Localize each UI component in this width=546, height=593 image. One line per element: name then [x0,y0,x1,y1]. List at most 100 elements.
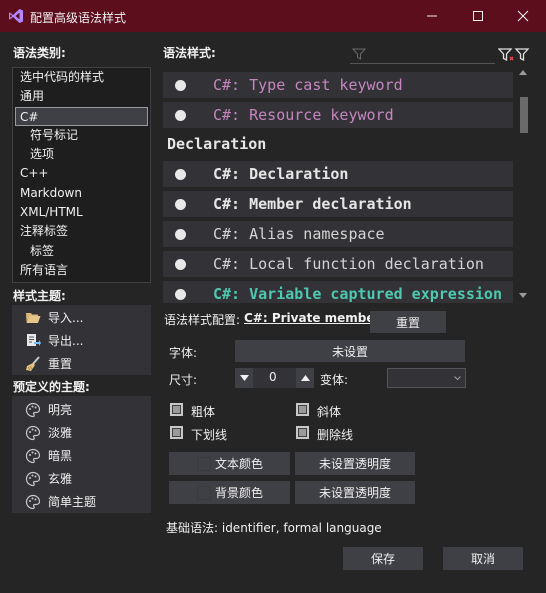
background-color-button[interactable]: 背景颜色 [169,481,290,504]
background-color-label: 背景颜色 [215,486,264,500]
predefined-theme-label: 明亮 [48,403,73,417]
scroll-thumb[interactable] [520,97,528,133]
window-title: 配置高级语法样式 [30,11,127,25]
predefined-theme-label: 简单主题 [48,495,97,509]
size-value: 0 [269,370,277,384]
variant-label: 变体: [320,373,349,387]
syntax-style-row[interactable]: C#: Alias namespace [163,220,513,247]
close-icon [517,10,529,22]
category-item[interactable]: 选中代码的样式 [13,68,150,87]
radio-button[interactable] [175,288,186,300]
category-item[interactable]: XML/HTML [13,203,150,222]
import-label: 导入... [48,311,84,325]
config-label: 语法样式配置: [164,313,241,327]
scroll-down-icon[interactable] [519,293,527,298]
filter-toggle-button[interactable] [498,47,530,65]
category-list[interactable]: 选中代码的样式 通用 C# 符号标记 选项 C++ Markdown XML/HTML 注释标签… [12,67,151,283]
radio-button[interactable] [175,168,186,180]
category-item[interactable]: C++ [13,164,150,183]
predefined-theme-item[interactable]: 暗黑 [12,444,151,467]
syntax-style-name: C#: Local function declaration [213,255,484,273]
palette-icon [24,494,42,510]
strikethrough-label: 删除线 [317,428,354,442]
maximize-button[interactable] [455,0,501,32]
current-style-name: C#: Private member [244,311,381,325]
predefined-theme-label: 暗黑 [48,449,73,463]
syntax-style-list[interactable]: Declaration C#: Type cast keyword C#: Res… [163,67,531,303]
predefined-theme-item[interactable]: 玄雅 [12,467,151,490]
reset-theme-label: 重置 [48,357,73,371]
text-color-button[interactable]: 文本颜色 [169,452,290,475]
styles-label: 语法样式: [163,46,216,60]
radio-button[interactable] [175,198,186,210]
maximize-icon [473,11,483,21]
scroll-up-icon[interactable] [519,70,527,75]
size-increase-button[interactable] [296,368,314,388]
reset-style-button[interactable]: 重置 [370,311,446,333]
close-button[interactable] [500,0,546,32]
category-item[interactable]: 通用 [13,87,150,106]
arrow-up-icon [300,375,310,381]
bold-checkbox[interactable] [170,403,183,416]
cancel-button[interactable]: 取消 [443,547,523,570]
syntax-style-row[interactable]: C#: Member declaration [163,190,513,217]
reset-theme-button[interactable]: 重置 [12,352,151,375]
text-color-label: 文本颜色 [215,457,264,471]
syntax-style-row[interactable]: C#: Local function declaration [163,250,513,277]
filter-funnel-icon [514,48,530,62]
predefined-theme-item[interactable]: 明亮 [12,398,151,421]
chevron-down-icon [454,376,461,381]
background-opacity-button[interactable]: 未设置透明度 [295,481,415,504]
radio-button[interactable] [175,228,186,240]
syntax-style-row[interactable]: C#: Declaration [163,160,513,187]
export-label: 导出... [48,334,84,348]
folder-open-icon [24,310,42,326]
syntax-style-row[interactable]: C#: Resource keyword [163,101,513,128]
syntax-style-name: C#: Type cast keyword [213,76,403,94]
italic-checkbox[interactable] [296,403,309,416]
broom-icon [24,355,42,372]
category-item[interactable]: 标签 [13,242,150,261]
italic-label: 斜体 [317,405,342,419]
import-button[interactable]: 导入... [12,306,151,329]
style-list-scrollbar[interactable] [515,67,531,303]
style-filter-input[interactable] [350,47,495,64]
size-input[interactable]: 0 [253,368,296,388]
title-bar: 配置高级语法样式 [0,0,546,32]
category-item[interactable]: C# [15,106,148,126]
text-opacity-button[interactable]: 未设置透明度 [295,452,415,475]
predefined-theme-item[interactable]: 简单主题 [12,490,151,513]
variant-select[interactable] [387,368,466,388]
syntax-style-name: C#: Variable captured expression [213,285,502,303]
category-item[interactable]: 选项 [13,145,150,164]
theme-label: 样式主题: [13,289,66,303]
radio-button[interactable] [175,258,186,270]
font-select[interactable]: 未设置 [235,340,465,362]
predefined-theme-item[interactable]: 淡雅 [12,421,151,444]
syntax-style-row[interactable]: C#: Variable captured expression [163,280,513,303]
radio-button[interactable] [175,109,186,121]
syntax-style-name: C#: Resource keyword [213,106,394,124]
category-item[interactable]: 注释标签 [13,222,150,241]
strikethrough-checkbox[interactable] [296,426,309,439]
category-item[interactable]: Markdown [13,184,150,203]
visual-studio-logo-icon [9,9,23,23]
categories-label: 语法类别: [13,46,66,60]
minimize-icon [427,15,437,17]
syntax-style-name: C#: Alias namespace [213,225,385,243]
category-item[interactable]: 符号标记 [13,126,150,145]
syntax-style-name: C#: Member declaration [213,195,412,213]
save-button[interactable]: 保存 [343,547,423,570]
minimize-button[interactable] [409,0,455,32]
predefined-theme-label: 淡雅 [48,426,73,440]
font-label: 字体: [169,346,198,360]
underline-checkbox[interactable] [170,426,183,439]
export-button[interactable]: 导出... [12,329,151,352]
category-item[interactable]: 所有语言 [13,261,150,280]
size-decrease-button[interactable] [235,368,253,388]
background-color-swatch [197,485,211,500]
radio-button[interactable] [175,79,186,91]
syntax-style-name: C#: Declaration [213,165,349,183]
syntax-style-row[interactable]: C#: Type cast keyword [163,71,513,98]
export-document-icon [24,333,42,349]
